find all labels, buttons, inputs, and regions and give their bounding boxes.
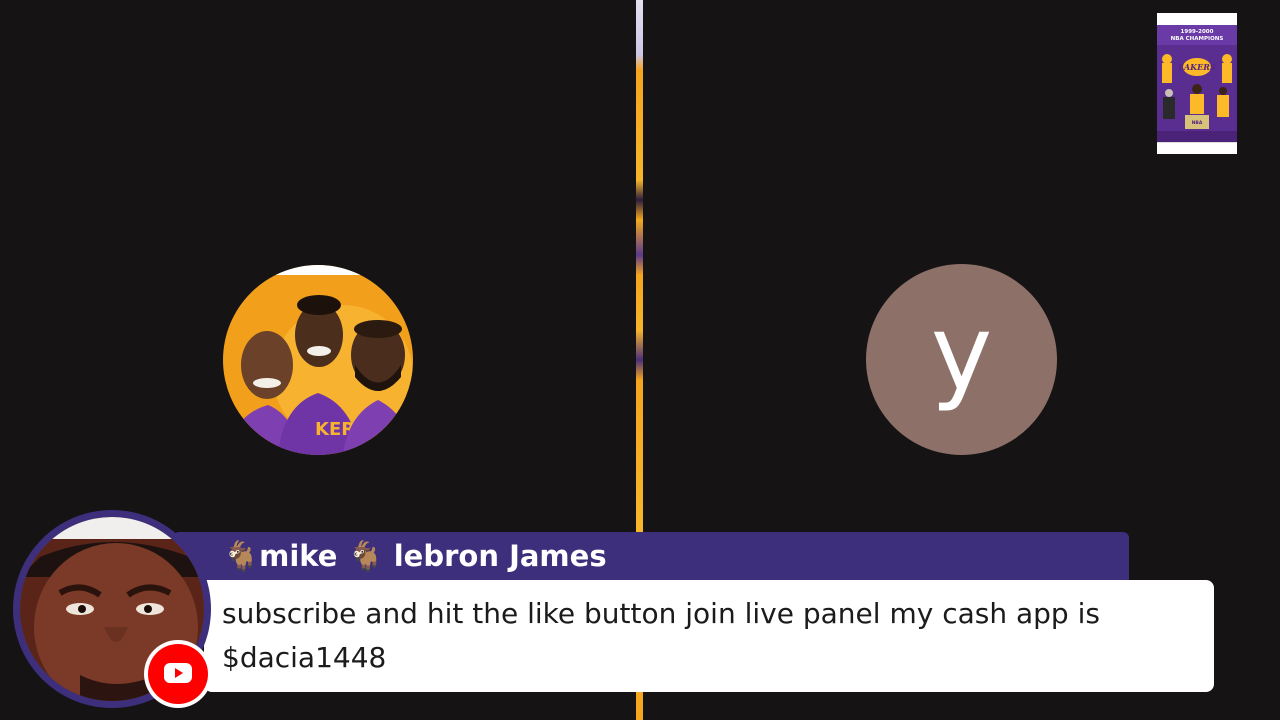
svg-text:NBA CHAMPIONS: NBA CHAMPIONS [1171,36,1224,42]
commenter-name: 🐐mike 🐐 lebron James [223,539,607,573]
svg-text:LAKERS: LAKERS [1177,62,1216,72]
youtube-badge [144,640,212,708]
participant-avatar-photo: KER [223,265,413,455]
svg-text:1999-2000: 1999-2000 [1181,29,1214,35]
thumbnail-system-bar [1157,149,1237,154]
youtube-icon [148,644,208,704]
comment-message: subscribe and hit the like button join l… [222,597,1100,674]
shared-screen-thumbnail[interactable]: 1999-2000 NBA CHAMPIONS LAKERS NBA [1157,13,1237,154]
comment-message-box: subscribe and hit the like button join l… [204,580,1214,692]
avatar-initial: y [930,291,993,414]
participant-avatar-letter: y [866,264,1057,455]
svg-text:NBA: NBA [1192,120,1203,126]
lakers-champions-poster: 1999-2000 NBA CHAMPIONS LAKERS NBA [1157,19,1237,142]
